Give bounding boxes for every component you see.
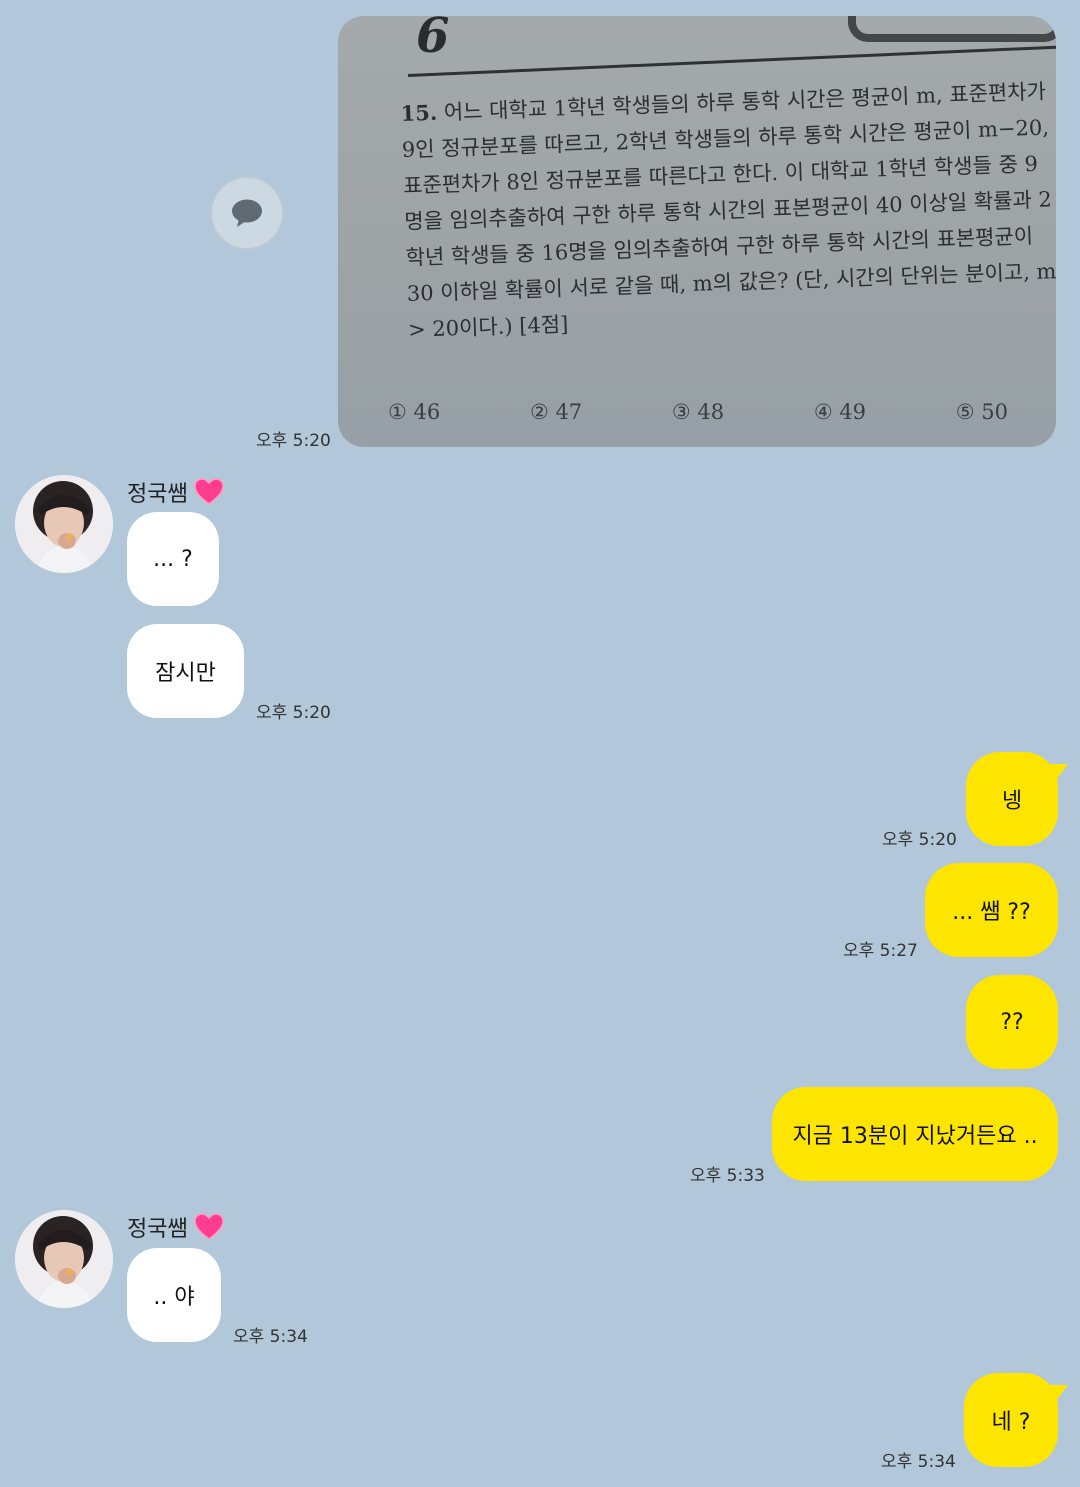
page-number: 6 [416, 16, 450, 64]
image-message[interactable]: 6 15. 어느 대학교 1학년 학생들의 하루 통학 시간은 평균이 m, 표… [338, 16, 1056, 447]
sender-name-text: 정국쌤 [127, 1217, 188, 1242]
my-message-bubble[interactable]: ... 쌤 ?? [925, 863, 1058, 957]
message-bubble[interactable]: 잠시만 [127, 624, 244, 718]
heart-icon [193, 1213, 224, 1247]
sender-name: 정국쌤 [127, 1211, 224, 1247]
message-time: 오후 5:20 [256, 703, 331, 723]
message-time: 오후 5:34 [233, 1327, 308, 1347]
message-time: 오후 5:27 [843, 941, 918, 961]
bubble-tail [1050, 764, 1068, 788]
message-text: 네 ? [991, 1410, 1031, 1435]
my-message-bubble[interactable]: 네 ? [964, 1373, 1058, 1467]
sender-name: 정국쌤 [127, 476, 224, 512]
message-text: ... 쌤 ?? [952, 900, 1031, 925]
sender-name-text: 정국쌤 [127, 482, 188, 507]
message-text: 지금 13분이 지났거든요 .. [792, 1124, 1038, 1149]
divider [408, 45, 1056, 77]
profile-photo [15, 1210, 113, 1308]
message-time: 오후 5:20 [256, 431, 331, 451]
problem-text-block: 15. 어느 대학교 1학년 학생들의 하루 통학 시간은 평균이 m, 표준편… [400, 73, 1056, 348]
my-message-bubble[interactable]: 지금 13분이 지났거든요 .. [772, 1087, 1058, 1181]
choice-4: ④ 49 [813, 400, 867, 424]
message-time: 오후 5:33 [690, 1166, 765, 1186]
profile-photo [15, 475, 113, 573]
heart-icon [193, 478, 224, 512]
message-time: 오후 5:20 [882, 830, 957, 850]
message-text: .. 야 [153, 1285, 195, 1310]
message-text: ... ? [153, 546, 193, 572]
answer-choices: ① 46 ② 47 ③ 48 ④ 49 ⑤ 50 [388, 400, 1008, 424]
choice-1: ① 46 [388, 400, 441, 424]
my-message-bubble[interactable]: 넹 [966, 752, 1058, 846]
message-time: 오후 5:34 [881, 1452, 956, 1472]
problem-number: 15. [400, 99, 438, 126]
my-message-bubble[interactable]: ?? [966, 975, 1058, 1069]
page-header-decoration [848, 16, 1056, 42]
share-button[interactable] [210, 176, 284, 250]
bubble-tail [1050, 1385, 1068, 1409]
choice-2: ② 47 [529, 400, 583, 424]
avatar[interactable] [15, 475, 113, 573]
choice-5: ⑤ 50 [955, 400, 1008, 424]
avatar[interactable] [15, 1210, 113, 1308]
speech-bubble-icon [232, 199, 262, 227]
problem-text: 어느 대학교 1학년 학생들의 하루 통학 시간은 평균이 m, 표준편차가 9… [401, 79, 1056, 342]
choice-3: ③ 48 [671, 400, 725, 424]
message-bubble[interactable]: ... ? [127, 512, 219, 606]
message-bubble[interactable]: .. 야 [127, 1248, 221, 1342]
message-text: 잠시만 [155, 661, 216, 686]
message-text: 넹 [1001, 789, 1023, 814]
message-text: ?? [1000, 1009, 1024, 1035]
